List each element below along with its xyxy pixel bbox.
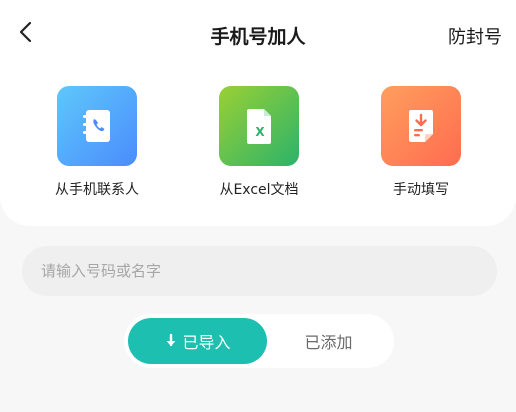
excel-option-label: 从Excel文档: [219, 182, 299, 198]
manual-entry-icon: [381, 86, 461, 166]
status-tabs: 已导入 已添加: [124, 314, 394, 368]
svg-text:X: X: [255, 125, 265, 139]
tab-added[interactable]: 已添加: [267, 318, 390, 364]
search-input[interactable]: [41, 262, 497, 280]
contacts-option-label: 从手机联系人: [55, 182, 139, 198]
contacts-book-icon: [57, 86, 137, 166]
manual-entry-option[interactable]: 手动填写: [361, 86, 481, 199]
header: 手机号加人 防封号: [0, 0, 516, 70]
anti-ban-link[interactable]: 防封号: [448, 23, 502, 49]
import-from-excel-option[interactable]: X 从Excel文档: [199, 86, 319, 199]
tab-added-label: 已添加: [304, 333, 353, 352]
manual-option-label: 手动填写: [393, 182, 449, 198]
search-bar[interactable]: [22, 246, 497, 296]
tab-imported-label: 已导入: [182, 333, 231, 352]
page-title: 手机号加人: [210, 26, 306, 48]
import-from-contacts-option[interactable]: 从手机联系人: [37, 86, 157, 199]
tab-imported[interactable]: 已导入: [128, 318, 267, 364]
excel-file-icon: X: [219, 86, 299, 166]
download-arrow-icon: [164, 333, 178, 349]
top-panel: 手机号加人 防封号 从手机联系人 X 从Excel文档 手动填写: [0, 0, 516, 226]
